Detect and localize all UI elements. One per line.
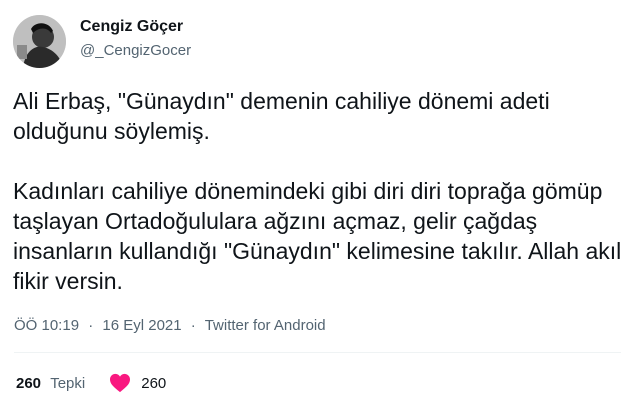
- tweet-stats: 260 Tepki 260: [16, 373, 166, 393]
- likes-count: 260: [141, 374, 167, 392]
- meta-separator-2: ·: [190, 317, 196, 334]
- like-button[interactable]: 260: [109, 373, 166, 393]
- tweet-meta: ÖÖ 10:19 · 16 Eyl 2021 · Twitter for And…: [14, 317, 326, 334]
- reactions-label: Tepki: [50, 374, 86, 392]
- tweet-time[interactable]: ÖÖ 10:19: [14, 317, 79, 334]
- tweet-source[interactable]: Twitter for Android: [205, 317, 326, 334]
- divider: [14, 352, 621, 353]
- tweet-card: Cengiz Göçer @_CengizGocer Ali Erbaş, "G…: [0, 0, 635, 405]
- tweet-paragraph-1: Ali Erbaş, "Günaydın" demenin cahiliye d…: [13, 88, 550, 144]
- tweet-paragraph-2: Kadınları cahiliye dönemindeki gibi diri…: [13, 178, 622, 294]
- author-name[interactable]: Cengiz Göçer: [80, 18, 183, 36]
- avatar-image: [13, 15, 66, 68]
- tweet-date[interactable]: 16 Eyl 2021: [102, 317, 181, 334]
- meta-separator: ·: [88, 317, 94, 334]
- reactions-count: 260: [16, 374, 42, 392]
- reactions-stat[interactable]: 260 Tepki: [16, 375, 85, 392]
- author-handle[interactable]: @_CengizGocer: [80, 42, 191, 59]
- avatar[interactable]: [13, 15, 66, 68]
- heart-icon: [109, 373, 131, 393]
- tweet-text: Ali Erbaş, "Günaydın" demenin cahiliye d…: [13, 86, 623, 296]
